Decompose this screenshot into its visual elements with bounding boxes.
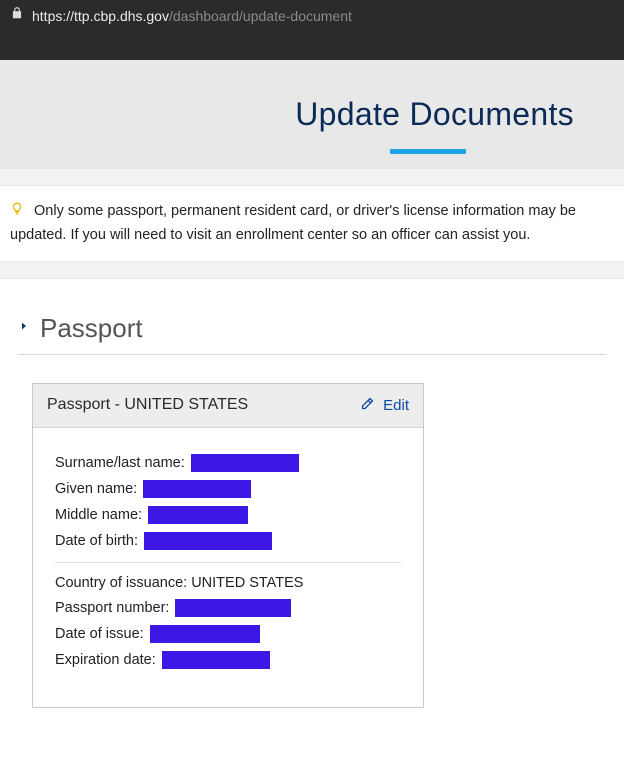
divider-strip (0, 168, 624, 186)
label-dob: Date of birth: (55, 533, 138, 549)
row-country: Country of issuance: UNITED STATES (55, 575, 401, 591)
address-path: /dashboard/update-document (169, 8, 352, 24)
redacted-value (148, 506, 248, 524)
redacted-value (143, 480, 251, 498)
section-header[interactable]: Passport (18, 313, 606, 355)
card-title: Passport - UNITED STATES (47, 396, 248, 414)
row-date-of-issue: Date of issue: (55, 625, 401, 643)
row-surname: Surname/last name: (55, 454, 401, 472)
label-exp: Expiration date: (55, 652, 156, 668)
label-surname: Surname/last name: (55, 455, 185, 471)
divider-strip-2 (0, 261, 624, 279)
row-given-name: Given name: (55, 480, 401, 498)
passport-card: Passport - UNITED STATES Edit Surname/la… (32, 383, 424, 708)
redacted-value (175, 599, 291, 617)
redacted-value (144, 532, 272, 550)
redacted-value (191, 454, 299, 472)
passport-section: Passport Passport - UNITED STATES Edit S… (0, 279, 624, 728)
label-passnum: Passport number: (55, 600, 169, 616)
label-country: Country of issuance: (55, 575, 187, 591)
address-text[interactable]: https://ttp.cbp.dhs.gov/dashboard/update… (32, 8, 352, 24)
address-inner: https://ttp.cbp.dhs.gov/dashboard/update… (10, 2, 352, 25)
page-title: Update Documents (295, 96, 574, 133)
chevron-right-icon (18, 319, 30, 338)
lock-icon (10, 6, 24, 25)
label-middle: Middle name: (55, 507, 142, 523)
row-dob: Date of birth: (55, 532, 401, 550)
row-expiration: Expiration date: (55, 651, 401, 669)
address-bar: https://ttp.cbp.dhs.gov/dashboard/update… (0, 0, 624, 60)
redacted-value (162, 651, 270, 669)
card-header: Passport - UNITED STATES Edit (33, 384, 423, 428)
row-passport-number: Passport number: (55, 599, 401, 617)
row-middle-name: Middle name: (55, 506, 401, 524)
value-country: UNITED STATES (191, 575, 303, 591)
label-doi: Date of issue: (55, 626, 144, 642)
label-given: Given name: (55, 481, 137, 497)
edit-button[interactable]: Edit (360, 396, 409, 415)
edit-icon (360, 396, 375, 415)
address-host: https://ttp.cbp.dhs.gov (32, 8, 169, 24)
title-underline (390, 149, 466, 154)
section-title: Passport (40, 313, 143, 344)
edit-label: Edit (383, 397, 409, 414)
card-divider (55, 562, 401, 563)
info-text: Only some passport, permanent resident c… (10, 203, 576, 243)
card-body: Surname/last name: Given name: Middle na… (33, 428, 423, 707)
info-notice: Only some passport, permanent resident c… (0, 186, 624, 261)
redacted-value (150, 625, 260, 643)
page-banner: Update Documents (0, 60, 624, 168)
lightbulb-icon (10, 205, 28, 221)
